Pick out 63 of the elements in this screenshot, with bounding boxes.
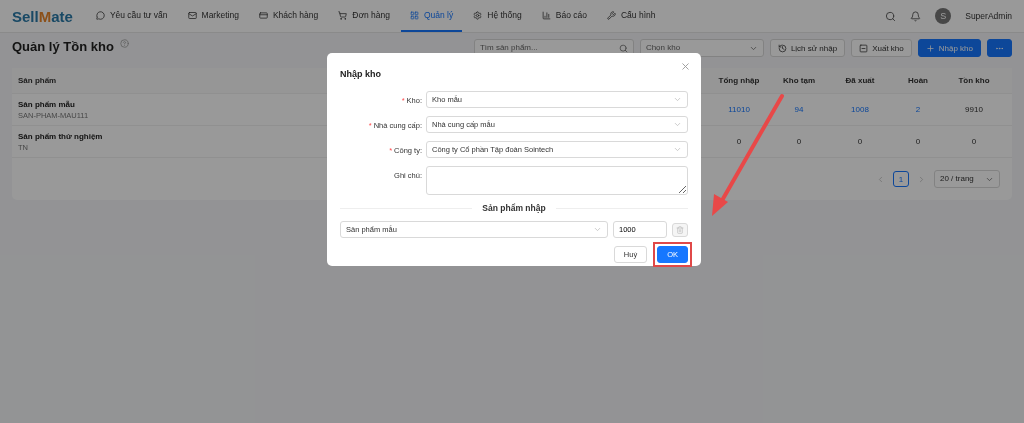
column-header: Đã xuất: [844, 76, 876, 85]
nav-item[interactable]: Cấu hình: [597, 0, 665, 32]
chevron-down-icon: [593, 225, 602, 234]
section-title: Sản phẩm nhập: [482, 203, 546, 213]
column-header: Hoàn: [907, 76, 929, 85]
table-cell-text: 0: [914, 137, 922, 146]
nav-item[interactable]: Hệ thống: [464, 0, 531, 32]
nav-item[interactable]: Khách hàng: [249, 0, 328, 32]
nav-item[interactable]: Yêu cầu tư vấn: [86, 0, 177, 32]
toolbar-button[interactable]: Lịch sử nhập: [769, 39, 846, 57]
chevron-down-icon: [673, 145, 682, 154]
page-button[interactable]: 1: [893, 171, 909, 187]
cell-link[interactable]: 2: [890, 105, 946, 114]
column-header: Kho tạm: [782, 76, 816, 85]
column-header: Tồn kho: [957, 76, 991, 85]
history-icon: [777, 43, 787, 53]
minus-square-icon: [859, 43, 869, 53]
table-cell-text: 0: [735, 137, 743, 146]
note-field[interactable]: [426, 166, 688, 195]
settings-icon: [473, 10, 483, 20]
cell-link[interactable]: 1008: [830, 105, 890, 114]
next-page-icon[interactable]: [917, 174, 926, 184]
column-header: Sản phẩm: [17, 76, 58, 85]
prev-page-icon[interactable]: [876, 174, 885, 184]
page-title: Quản lý Tồn kho: [12, 39, 114, 54]
cell-link[interactable]: 94: [768, 105, 830, 114]
plus-icon: [925, 43, 935, 53]
page-size-select[interactable]: 20 / trang: [934, 170, 1000, 188]
column-header: Tổng nhập: [717, 76, 761, 85]
search-icon[interactable]: [885, 10, 897, 22]
product-name: Sản phẩm mẫu: [18, 99, 75, 109]
trash-icon: [676, 225, 684, 234]
nav-item[interactable]: Quản lý: [400, 0, 463, 32]
product-name: Sản phẩm thử nghiệm: [18, 131, 103, 141]
table-cell-text: 0: [856, 137, 864, 146]
more-button[interactable]: [987, 39, 1012, 57]
chat-icon: [95, 10, 105, 20]
nav-item[interactable]: Marketing: [178, 0, 248, 32]
bell-icon[interactable]: [910, 10, 922, 22]
logo[interactable]: SellMate: [12, 7, 73, 25]
cart-icon: [338, 10, 348, 20]
toolbar-button[interactable]: Xuất kho: [851, 39, 912, 57]
toolbar-button[interactable]: Nhập kho: [917, 39, 981, 57]
card-icon: [258, 10, 268, 20]
chevron-down-icon: [673, 120, 682, 129]
cell-link[interactable]: 11010: [710, 105, 768, 114]
user-name: SuperAdmin: [965, 11, 1012, 21]
nav-item[interactable]: Báo cáo: [532, 0, 596, 32]
search-icon: [618, 43, 628, 53]
grid-icon: [409, 10, 419, 20]
close-icon[interactable]: [680, 61, 691, 72]
mail-icon: [187, 10, 197, 20]
table-cell-text: 0: [795, 137, 803, 146]
nav-item[interactable]: Đơn hàng: [329, 0, 399, 32]
chevron-down-icon: [673, 95, 682, 104]
dialog-title: Nhập kho: [340, 69, 381, 79]
avatar[interactable]: S: [935, 8, 952, 24]
delete-button[interactable]: [672, 222, 688, 237]
wrench-icon: [606, 10, 616, 20]
help-icon[interactable]: [119, 39, 129, 48]
chart-icon: [541, 10, 551, 20]
table-cell-text: 0: [970, 137, 978, 146]
table-cell-text: 9910: [964, 105, 984, 114]
